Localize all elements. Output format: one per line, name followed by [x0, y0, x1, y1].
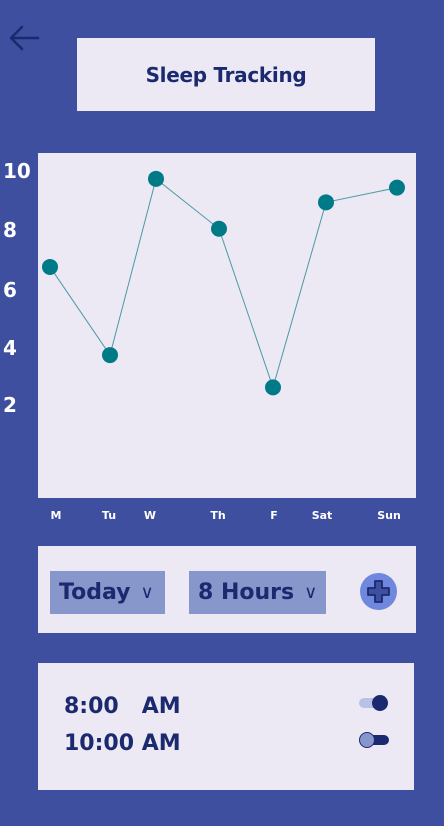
alarm-toggle-off[interactable] [359, 732, 389, 748]
alarm-toggle-on[interactable] [359, 695, 389, 711]
chevron-down-icon: ∨ [304, 582, 318, 603]
data-point-sun [389, 179, 405, 196]
data-point-th [211, 220, 227, 237]
data-point-tu [102, 347, 118, 364]
sleep-chart [38, 153, 416, 498]
y-tick-label: 10 [3, 159, 31, 183]
back-button[interactable] [6, 20, 42, 56]
day-dropdown[interactable]: Today ∨ [50, 571, 165, 614]
duration-dropdown[interactable]: 8 Hours ∨ [189, 571, 326, 614]
plus-circle-icon [367, 580, 390, 603]
x-tick-label: Sun [377, 509, 401, 522]
y-tick-label: 2 [3, 393, 17, 417]
title-card: Sleep Tracking [77, 38, 375, 111]
x-tick-label: F [270, 509, 278, 522]
y-tick-label: 6 [3, 278, 17, 302]
alarm-time: 8:00 AM [64, 694, 181, 719]
x-tick-label: Th [210, 509, 226, 522]
data-point-f [265, 379, 281, 396]
day-dropdown-label: Today [59, 580, 131, 605]
y-tick-label: 8 [3, 218, 17, 242]
y-tick-label: 4 [3, 336, 17, 360]
page-title: Sleep Tracking [145, 62, 307, 87]
sleep-selector-card: Today ∨ 8 Hours ∨ [38, 546, 416, 633]
x-tick-label: M [50, 509, 62, 522]
chevron-down-icon: ∨ [140, 582, 154, 603]
toggle-knob [372, 695, 388, 711]
data-point-m [42, 258, 58, 275]
data-point-sat [318, 194, 334, 211]
duration-dropdown-label: 8 Hours [198, 580, 295, 605]
arrow-left-icon [9, 25, 40, 51]
add-sleep-button[interactable] [360, 573, 397, 610]
data-point-w [148, 170, 164, 187]
x-tick-label: Sat [311, 509, 333, 522]
series-line [49, 177, 398, 390]
toggle-knob [359, 732, 375, 748]
x-tick-label: Tu [101, 509, 117, 522]
alarm-card: 8:00 AM 10:00 AM [38, 663, 414, 790]
alarm-time: 10:00 AM [64, 731, 181, 756]
x-tick-label: W [143, 509, 157, 522]
sleep-chart-svg [42, 170, 405, 396]
